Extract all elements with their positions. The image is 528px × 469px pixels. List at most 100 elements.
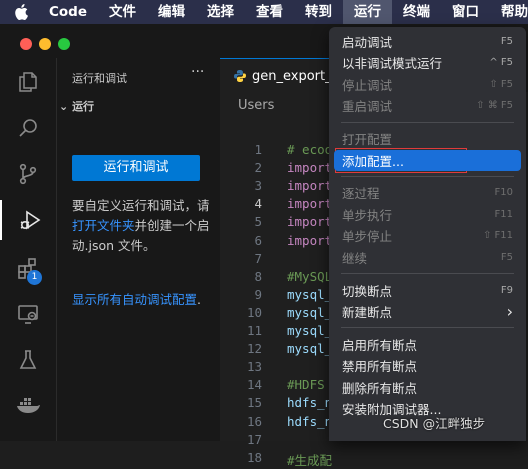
run-and-debug-sidebar: 运行和调试 ··· ⌄ 运行 运行和调试 要自定义运行和调试，请打开文件夹并创建… [57, 58, 220, 441]
run-section-label: 运行 [72, 100, 95, 113]
menu-item-shortcut: F9 [500, 284, 513, 296]
extensions-icon[interactable]: 1 [0, 248, 56, 288]
run-menu-item: 停止调试 ⇧ F5 [334, 74, 521, 95]
line-number: 16 [246, 413, 262, 429]
menu-item-label: 重启调试 [342, 99, 393, 115]
menu-edit[interactable]: 编辑 [147, 0, 196, 24]
menu-item-shortcut: F10 [494, 187, 513, 199]
menu-terminal[interactable]: 终端 [392, 0, 441, 24]
search-icon[interactable] [0, 108, 56, 148]
run-menu-item: 单步执行 F11 [334, 204, 521, 225]
explorer-icon[interactable] [0, 62, 56, 102]
run-menu-item: 继续 F5 [334, 247, 521, 268]
menu-app[interactable]: Code [38, 0, 98, 24]
menu-item-label: 切换断点 [342, 283, 393, 299]
line-number: 13 [246, 359, 262, 375]
show-all-suffix: . [197, 292, 201, 307]
watermark: CSDN @江畔独步 [383, 416, 486, 431]
breadcrumb[interactable]: Users [238, 98, 274, 113]
show-all-debug-configs-link[interactable]: 显示所有自动调试配置 [72, 292, 197, 307]
code-line[interactable]: 18 #生成配 [220, 450, 528, 468]
menu-window[interactable]: 窗口 [441, 0, 490, 24]
menu-item-label: 单步执行 [342, 207, 393, 223]
activity-bar: 1 [0, 58, 57, 441]
line-number: 18 [246, 449, 262, 465]
code-text: hdfs_n [287, 395, 333, 411]
run-menu-item: 逐过程 F10 [334, 182, 521, 203]
code-text: mysql_ [287, 286, 333, 302]
hint-text-before: 要自定义运行和调试，请 [72, 198, 210, 213]
run-and-debug-icon[interactable] [0, 200, 58, 240]
menu-help[interactable]: 帮助 [490, 0, 528, 24]
menu-item-label: 停止调试 [342, 77, 393, 93]
apple-logo-icon[interactable] [14, 4, 28, 20]
run-menu-item[interactable]: 启用所有断点 [334, 334, 521, 355]
menu-item-shortcut: F5 [500, 36, 513, 47]
code-text: #MySQL [287, 268, 333, 284]
source-control-icon[interactable] [0, 154, 56, 194]
more-actions-icon[interactable]: ··· [191, 64, 204, 80]
run-menu-dropdown: 启动调试 F5 以非调试模式运行 ^ F5 停止调试 ⇧ F5 重启调试 ⇧ ⌘ F5 打开配置… [329, 27, 526, 441]
menu-selection[interactable]: 选择 [196, 0, 245, 24]
menu-separator [341, 175, 514, 177]
run-menu-item[interactable]: 以非调试模式运行 ^ F5 [334, 52, 521, 73]
line-number: 8 [254, 268, 262, 284]
code-text: mysql_ [287, 341, 333, 357]
line-number: 1 [254, 142, 262, 157]
line-number: 4 [254, 196, 262, 212]
run-menu-item: 单步停止 ⇧ F11 [334, 225, 521, 246]
run-menu-item[interactable]: 删除所有断点 [334, 377, 521, 398]
run-menu-item[interactable]: 禁用所有断点 [334, 355, 521, 376]
close-window-button[interactable] [20, 38, 32, 50]
menu-go[interactable]: 转到 [294, 0, 343, 24]
menu-item-label: 继续 [342, 250, 368, 266]
run-and-debug-button[interactable]: 运行和调试 [72, 155, 200, 181]
menu-item-label: 禁用所有断点 [342, 359, 418, 375]
line-number: 15 [246, 395, 262, 411]
menu-file[interactable]: 文件 [98, 0, 147, 24]
menu-item-shortcut: ^ F5 [489, 57, 513, 69]
python-file-icon [234, 70, 246, 82]
customize-hint: 要自定义运行和调试，请打开文件夹并创建一个启动.json 文件。 [72, 196, 212, 256]
open-folder-link[interactable]: 打开文件夹 [72, 218, 135, 233]
menu-item-shortcut: ⇧ F11 [482, 230, 513, 242]
run-menu-item[interactable]: 启动调试 F5 [334, 31, 521, 52]
menu-item-label: 新建断点 [342, 304, 393, 320]
editor-tab[interactable]: gen_export_ [220, 58, 340, 93]
menu-separator [341, 121, 514, 123]
run-menu-item[interactable]: 切换断点 F9 [334, 280, 521, 301]
docker-icon[interactable] [0, 384, 56, 424]
line-number: 5 [254, 214, 262, 230]
code-text: # ecoo [287, 142, 333, 157]
menu-item-label: 启动调试 [342, 35, 393, 50]
run-menu-item: 重启调试 ⇧ ⌘ F5 [334, 95, 521, 116]
run-menu-item[interactable]: 新建断点 › [334, 301, 521, 322]
code-text: import [287, 160, 333, 176]
code-text: import [287, 232, 333, 248]
menu-item-shortcut: F11 [494, 208, 513, 220]
line-number: 3 [254, 178, 262, 194]
menu-item-label: 单步停止 [342, 229, 393, 245]
menu-view[interactable]: 查看 [245, 0, 294, 24]
run-menu-item: 打开配置 [334, 128, 521, 149]
menu-separator [341, 273, 514, 274]
code-text: mysql_ [287, 323, 333, 338]
menu-run[interactable]: 运行 [343, 0, 393, 24]
line-number: 17 [246, 431, 262, 447]
minimize-window-button[interactable] [39, 38, 51, 50]
line-number: 2 [254, 160, 262, 176]
code-text: hdfs_n [287, 413, 333, 429]
zoom-window-button[interactable] [58, 38, 70, 50]
line-number: 6 [254, 232, 262, 248]
menu-item-label: 添加配置... [342, 153, 404, 169]
menu-item-label: 逐过程 [342, 186, 380, 202]
submenu-chevron-icon: › [506, 301, 513, 321]
remote-explorer-icon[interactable] [0, 294, 56, 334]
run-section-header[interactable]: ⌄ 运行 [59, 98, 94, 114]
line-number: 10 [246, 304, 262, 320]
testing-icon[interactable] [0, 340, 56, 380]
chevron-down-icon: ⌄ [59, 100, 69, 113]
run-menu-item[interactable]: 添加配置... [334, 149, 521, 171]
code-text: import [287, 178, 333, 194]
code-text: import [287, 196, 333, 212]
